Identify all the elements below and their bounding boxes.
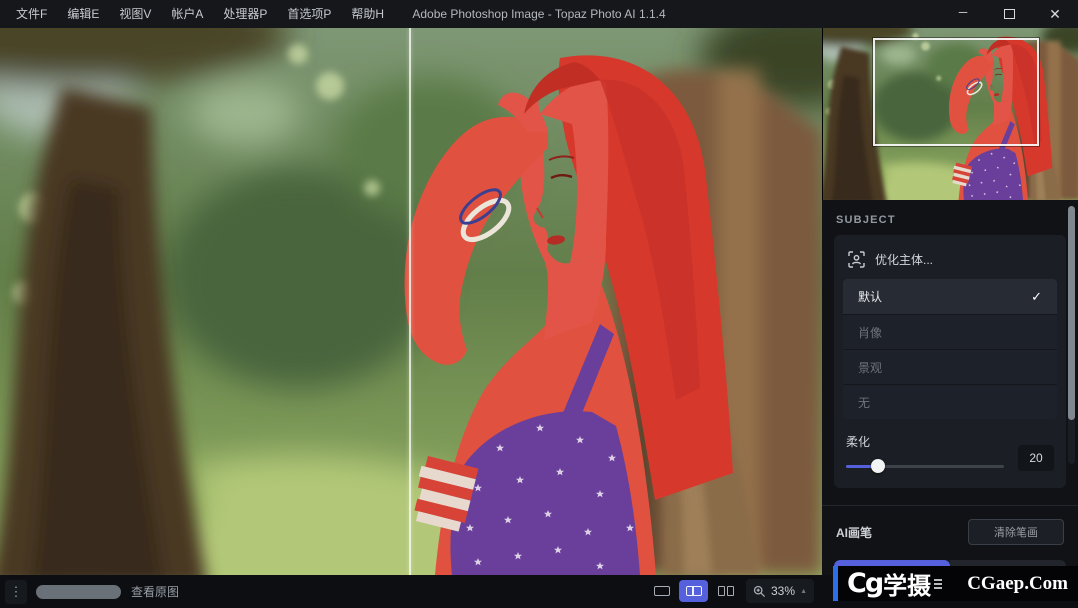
view-original-toggle[interactable] <box>36 585 121 599</box>
refine-subject-label: 优化主体... <box>875 251 933 268</box>
menubar: 文件F 编辑E 视图V 帐户A 处理器P 首选项P 帮助H <box>0 0 394 28</box>
view-original-label: 查看原图 <box>131 583 179 600</box>
menu-item-preferences[interactable]: 首选项P <box>277 0 341 28</box>
watermark-body: Cg 学摄 CGaep.Com <box>838 566 1078 601</box>
masked-photo <box>0 28 822 575</box>
option-portrait[interactable]: 肖像 <box>843 314 1057 349</box>
watermark: Cg 学摄 CGaep.Com <box>833 566 1078 601</box>
subject-options-list: 默认 ✓ 肖像 景观 无 <box>843 279 1057 419</box>
ai-brush-label: AI画笔 <box>836 524 872 541</box>
side-by-side-view-button[interactable] <box>711 580 740 602</box>
single-view-button[interactable] <box>647 580 676 602</box>
window-controls: ─ ✕ <box>940 0 1078 28</box>
section-divider <box>822 505 1078 506</box>
split-view-divider[interactable] <box>409 28 411 575</box>
option-none-label: 无 <box>858 394 870 411</box>
zoom-control[interactable]: 33% ▲ <box>746 579 814 603</box>
single-view-icon <box>654 586 670 596</box>
minimize-icon: ─ <box>959 6 968 18</box>
watermark-logo-latin: Cg <box>847 568 882 599</box>
zoom-level: 33% <box>771 584 795 598</box>
menu-item-edit[interactable]: 编辑E <box>57 0 109 28</box>
clear-strokes-button[interactable]: 清除笔画 <box>968 519 1064 545</box>
maximize-button[interactable] <box>986 0 1032 28</box>
close-button[interactable]: ✕ <box>1032 0 1078 28</box>
option-landscape[interactable]: 景观 <box>843 349 1057 384</box>
more-options-button[interactable]: ⋮ <box>5 580 27 604</box>
option-portrait-label: 肖像 <box>858 324 882 341</box>
split-view-icon <box>686 586 702 596</box>
soften-slider[interactable] <box>846 459 1004 473</box>
split-view-button[interactable] <box>679 580 708 602</box>
option-none[interactable]: 无 <box>843 384 1057 419</box>
sidebar-scrollbar-thumb[interactable] <box>1068 206 1075 420</box>
option-default[interactable]: 默认 ✓ <box>843 279 1057 314</box>
menu-item-view[interactable]: 视图V <box>109 0 161 28</box>
soften-slider-thumb[interactable] <box>871 459 885 473</box>
option-landscape-label: 景观 <box>858 359 882 376</box>
titlebar: 文件F 编辑E 视图V 帐户A 处理器P 首选项P 帮助H Adobe Phot… <box>0 0 1078 28</box>
zoom-dropdown-arrow-icon: ▲ <box>800 588 807 595</box>
view-mode-group <box>647 580 740 602</box>
subject-panel-title: SUBJECT <box>836 214 1064 226</box>
menu-item-account[interactable]: 帐户A <box>161 0 213 28</box>
watermark-site: CGaep.Com <box>967 573 1068 595</box>
watermark-logo-cn: 学摄 <box>883 566 931 601</box>
minimize-button[interactable]: ─ <box>940 0 986 28</box>
soften-control: 柔化 20 <box>843 433 1057 473</box>
side-by-side-view-icon <box>718 586 734 596</box>
kebab-menu-icon: ⋮ <box>10 584 23 600</box>
navigator-viewport-rect[interactable] <box>873 38 1039 146</box>
subject-select-icon <box>848 251 865 268</box>
photo-canvas[interactable] <box>0 28 822 575</box>
soften-value-box[interactable]: 20 <box>1018 445 1054 471</box>
refine-subject-button[interactable]: 优化主体... <box>843 242 1057 276</box>
menu-item-processor[interactable]: 处理器P <box>213 0 277 28</box>
watermark-fineprint-marks <box>934 579 942 589</box>
soften-label: 柔化 <box>846 433 1004 450</box>
maximize-icon <box>1004 9 1015 19</box>
zoom-magnifier-icon <box>753 585 766 598</box>
menu-item-file[interactable]: 文件F <box>6 0 57 28</box>
sidebar: SUBJECT 优化主体... 默认 ✓ <box>822 28 1078 575</box>
ai-brush-header: AI画笔 清除笔画 <box>834 519 1066 545</box>
navigator-panel[interactable] <box>822 28 1078 200</box>
menu-item-help[interactable]: 帮助H <box>341 0 394 28</box>
subject-panel: SUBJECT 优化主体... 默认 ✓ <box>822 200 1078 593</box>
checkmark-icon: ✓ <box>1031 289 1042 305</box>
close-icon: ✕ <box>1049 7 1061 21</box>
app-window: 文件F 编辑E 视图V 帐户A 处理器P 首选项P 帮助H Adobe Phot… <box>0 0 1078 608</box>
sidebar-scrollbar <box>1068 206 1075 464</box>
subject-group: 优化主体... 默认 ✓ 肖像 景观 无 <box>834 235 1066 488</box>
option-default-label: 默认 <box>858 288 882 305</box>
